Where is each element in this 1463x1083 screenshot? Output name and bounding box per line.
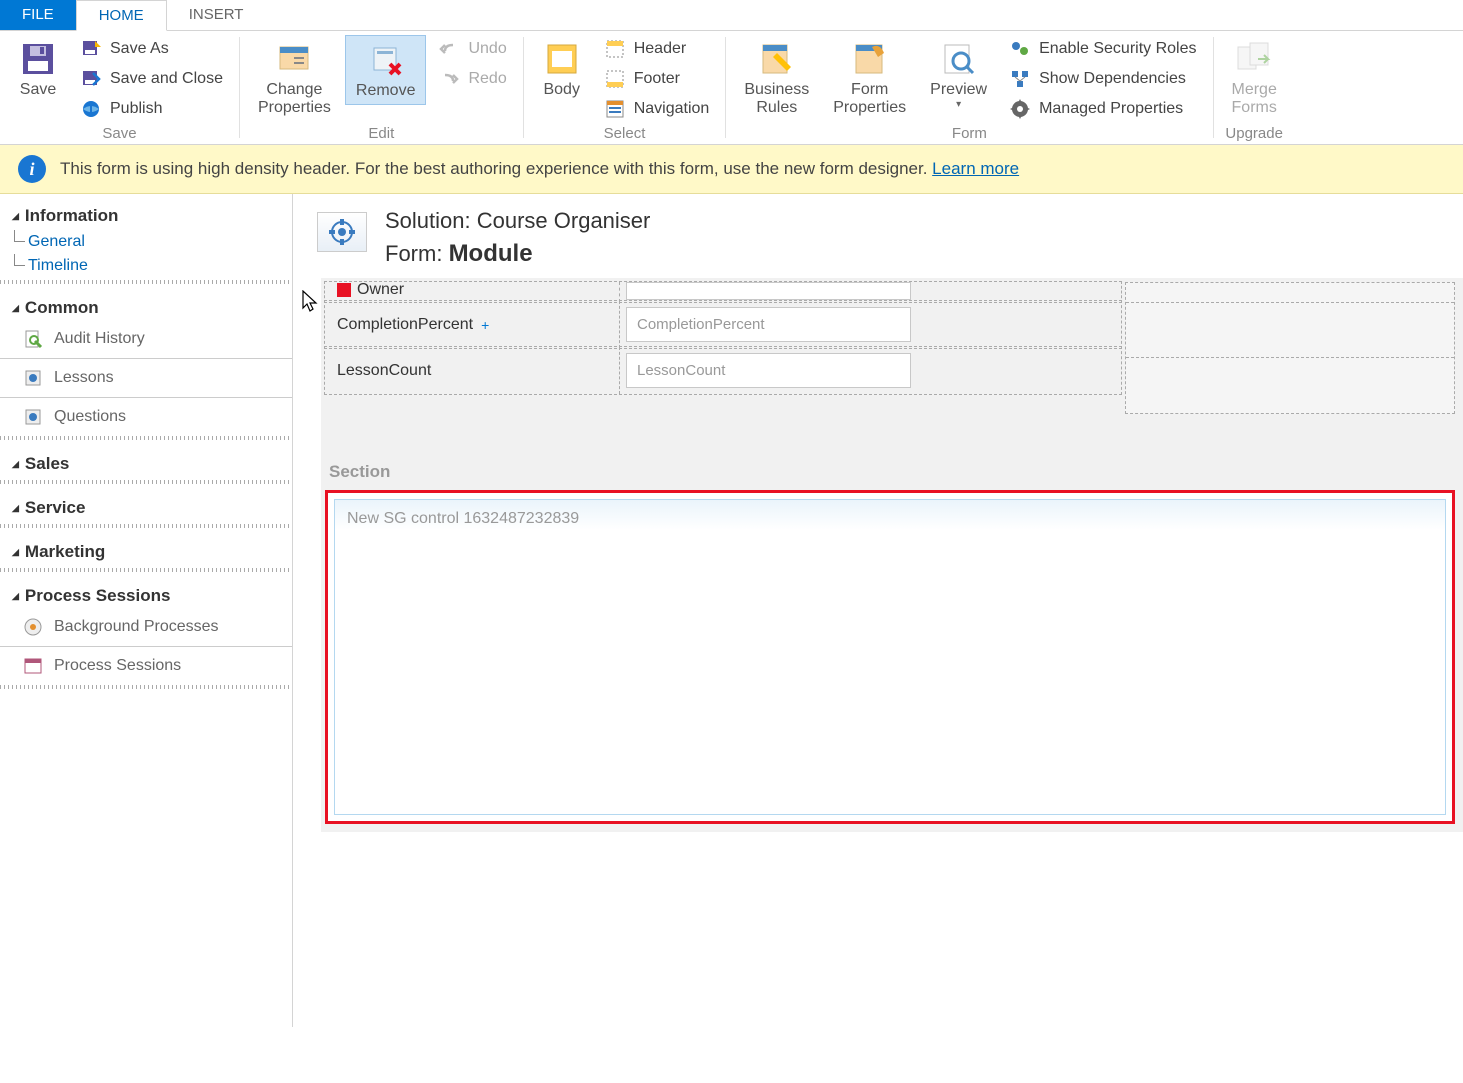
owner-input[interactable] (626, 282, 911, 300)
save-as-icon (80, 38, 102, 60)
save-icon (18, 39, 58, 79)
info-icon: i (18, 155, 46, 183)
sidebar-item-background-processes[interactable]: Background Processes (0, 610, 292, 644)
body-button[interactable]: Body (532, 35, 592, 103)
footer-button[interactable]: Footer (596, 65, 718, 93)
preview-icon (939, 39, 979, 79)
save-as-button[interactable]: Save As (72, 35, 231, 63)
tab-insert[interactable]: INSERT (167, 0, 266, 30)
lessons-icon (22, 367, 44, 389)
save-close-icon (80, 68, 102, 90)
header-icon (604, 38, 626, 60)
canvas-header: Solution: Course Organiser Form: Module (293, 194, 1463, 278)
change-properties-button[interactable]: ChangeProperties (248, 35, 341, 120)
form-properties-icon (850, 39, 890, 79)
subgrid-control[interactable]: New SG control 1632487232839 (334, 499, 1446, 815)
business-rules-button[interactable]: BusinessRules (734, 35, 819, 120)
sidebar-item-lessons[interactable]: Lessons (0, 361, 292, 395)
security-roles-icon (1009, 38, 1031, 60)
save-button[interactable]: Save (8, 35, 68, 103)
navigation-icon (604, 98, 626, 120)
publish-icon (80, 98, 102, 120)
completionpercent-input[interactable]: CompletionPercent (626, 307, 911, 342)
group-label-edit: Edit (248, 123, 515, 142)
field-label-owner: Owner (357, 282, 404, 299)
notification-bar: i This form is using high density header… (0, 145, 1463, 194)
remove-button[interactable]: Remove (345, 35, 427, 105)
sidebar-head-process-sessions[interactable]: Process Sessions (0, 580, 292, 610)
group-label-select: Select (532, 123, 718, 142)
show-dependencies-button[interactable]: Show Dependencies (1001, 65, 1204, 93)
managed-properties-icon (1009, 98, 1031, 120)
sidebar-item-questions[interactable]: Questions (0, 400, 292, 434)
sidebar-item-general[interactable]: General (0, 230, 292, 254)
right-column[interactable] (1125, 282, 1455, 414)
save-and-close-button[interactable]: Save and Close (72, 65, 231, 93)
section-label: Section (325, 414, 1455, 490)
form-icon (317, 212, 367, 252)
business-rules-icon (757, 39, 797, 79)
sidebar-head-sales[interactable]: Sales (0, 448, 292, 478)
sidebar-item-process-sessions[interactable]: Process Sessions (0, 649, 292, 683)
undo-icon (438, 38, 460, 60)
form-canvas[interactable]: Owner CompletionPercent+ (321, 278, 1463, 832)
sidebar-item-audit-history[interactable]: Audit History (0, 322, 292, 356)
learn-more-link[interactable]: Learn more (932, 159, 1019, 178)
header-button[interactable]: Header (596, 35, 718, 63)
sidebar-head-marketing[interactable]: Marketing (0, 536, 292, 566)
sidebar-head-service[interactable]: Service (0, 492, 292, 522)
group-label-upgrade: Upgrade (1222, 123, 1287, 142)
section-container-selected[interactable]: New SG control 1632487232839 (325, 490, 1455, 824)
field-label-lessoncount: LessonCount (325, 347, 620, 394)
remove-icon (366, 40, 406, 80)
lessoncount-input[interactable]: LessonCount (626, 353, 911, 388)
sidebar: Information General Timeline Common Audi… (0, 194, 293, 1027)
dependencies-icon (1009, 68, 1031, 90)
sidebar-head-common[interactable]: Common (0, 292, 292, 322)
group-label-save: Save (8, 123, 231, 142)
background-processes-icon (22, 616, 44, 638)
sidebar-head-information[interactable]: Information (0, 200, 292, 230)
form-properties-button[interactable]: FormProperties (823, 35, 916, 120)
process-sessions-icon (22, 655, 44, 677)
managed-properties-button[interactable]: Managed Properties (1001, 95, 1204, 123)
plus-icon: + (481, 317, 489, 333)
merge-forms-button[interactable]: MergeForms (1222, 35, 1287, 120)
form-title: Form: Module (385, 240, 650, 268)
questions-icon (22, 406, 44, 428)
navigation-button[interactable]: Navigation (596, 95, 718, 123)
enable-security-roles-button[interactable]: Enable Security Roles (1001, 35, 1204, 63)
tab-home[interactable]: HOME (76, 0, 167, 31)
menu-tabs: FILE HOME INSERT (0, 0, 1463, 31)
undo-button[interactable]: Undo (430, 35, 514, 63)
footer-icon (604, 68, 626, 90)
sidebar-item-timeline[interactable]: Timeline (0, 254, 292, 278)
required-icon (337, 283, 351, 297)
redo-button[interactable]: Redo (430, 65, 514, 93)
merge-forms-icon (1234, 39, 1274, 79)
tab-file[interactable]: FILE (0, 0, 76, 30)
preview-button[interactable]: Preview ▾ (920, 35, 997, 114)
field-label-completion: CompletionPercent+ (325, 301, 620, 348)
body-icon (542, 39, 582, 79)
solution-title: Solution: Course Organiser (385, 208, 650, 234)
properties-icon (274, 39, 314, 79)
notification-text: This form is using high density header. … (60, 159, 1019, 179)
redo-icon (438, 68, 460, 90)
publish-button[interactable]: Publish (72, 95, 231, 123)
group-label-form: Form (734, 123, 1204, 142)
ribbon: Save Save As Save and Close Publish Save (0, 31, 1463, 145)
audit-history-icon (22, 328, 44, 350)
chevron-down-icon: ▾ (956, 99, 961, 110)
